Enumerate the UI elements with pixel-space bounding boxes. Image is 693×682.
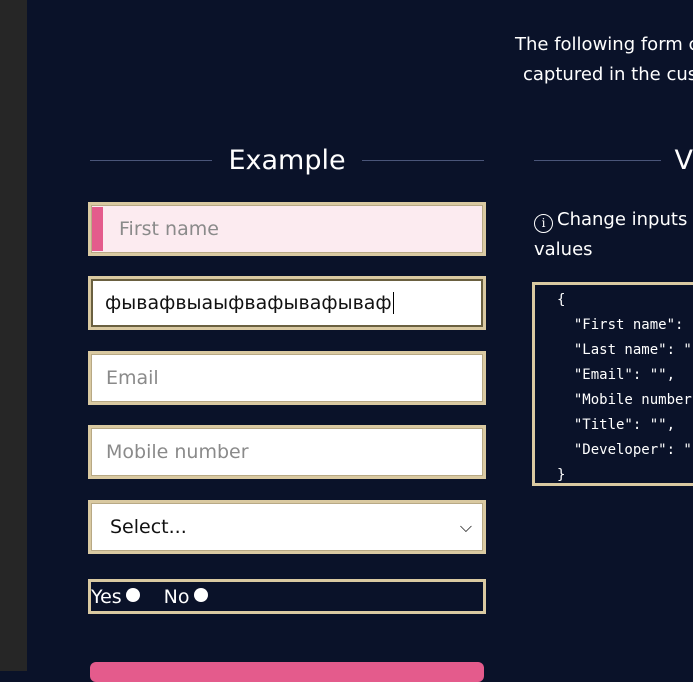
hint-line-1: Change inputs xyxy=(557,209,688,230)
json-output: { "First name": " "Last name": " "Email"… xyxy=(532,282,693,486)
title-select[interactable]: Select... ⌵ xyxy=(88,500,486,554)
intro-text: The following form c captured in the cus xyxy=(505,30,693,90)
email-input[interactable]: Email xyxy=(91,354,483,402)
values-heading: V xyxy=(534,140,693,180)
mobile-number-field[interactable]: Mobile number xyxy=(88,425,486,479)
hint-line-2: values xyxy=(534,239,593,260)
last-name-input[interactable]: фывафвыаыфвафывафывaф xyxy=(91,279,483,327)
text-cursor xyxy=(392,292,394,314)
no-label: No xyxy=(163,585,190,608)
first-name-input[interactable]: First name xyxy=(91,205,483,253)
yes-label: Yes xyxy=(91,585,122,608)
divider-right xyxy=(361,159,485,161)
chevron-down-icon: ⌵ xyxy=(459,517,472,536)
example-title: Example xyxy=(228,144,346,176)
values-title: V xyxy=(674,144,693,176)
mobile-number-placeholder: Mobile number xyxy=(106,441,249,463)
example-heading: Example xyxy=(90,140,485,180)
mobile-number-input[interactable]: Mobile number xyxy=(91,428,483,476)
invalid-indicator xyxy=(92,207,103,251)
window-edge xyxy=(0,0,27,671)
divider-left xyxy=(534,159,661,161)
last-name-value: фывафвыаыфвафывафывaф xyxy=(105,292,392,314)
title-select-value: Select... xyxy=(110,516,187,538)
info-icon: i xyxy=(534,213,553,233)
hint-text: i Change inputs values xyxy=(534,205,693,265)
developer-radio-group: Yes No xyxy=(88,579,486,614)
divider-left xyxy=(90,159,213,161)
intro-line-2: captured in the cus xyxy=(523,64,693,85)
no-radio[interactable] xyxy=(193,587,208,602)
first-name-field[interactable]: First name xyxy=(88,202,486,256)
submit-button[interactable] xyxy=(90,662,484,682)
yes-radio[interactable] xyxy=(125,587,140,602)
intro-line-1: The following form c xyxy=(515,34,693,55)
title-select-box[interactable]: Select... ⌵ xyxy=(91,503,483,551)
email-placeholder: Email xyxy=(106,367,159,389)
last-name-field[interactable]: фывафвыаыфвафывафывaф xyxy=(88,276,486,330)
json-output-text: { "First name": " "Last name": " "Email"… xyxy=(557,292,693,483)
email-field[interactable]: Email xyxy=(88,351,486,405)
first-name-placeholder: First name xyxy=(119,218,219,240)
